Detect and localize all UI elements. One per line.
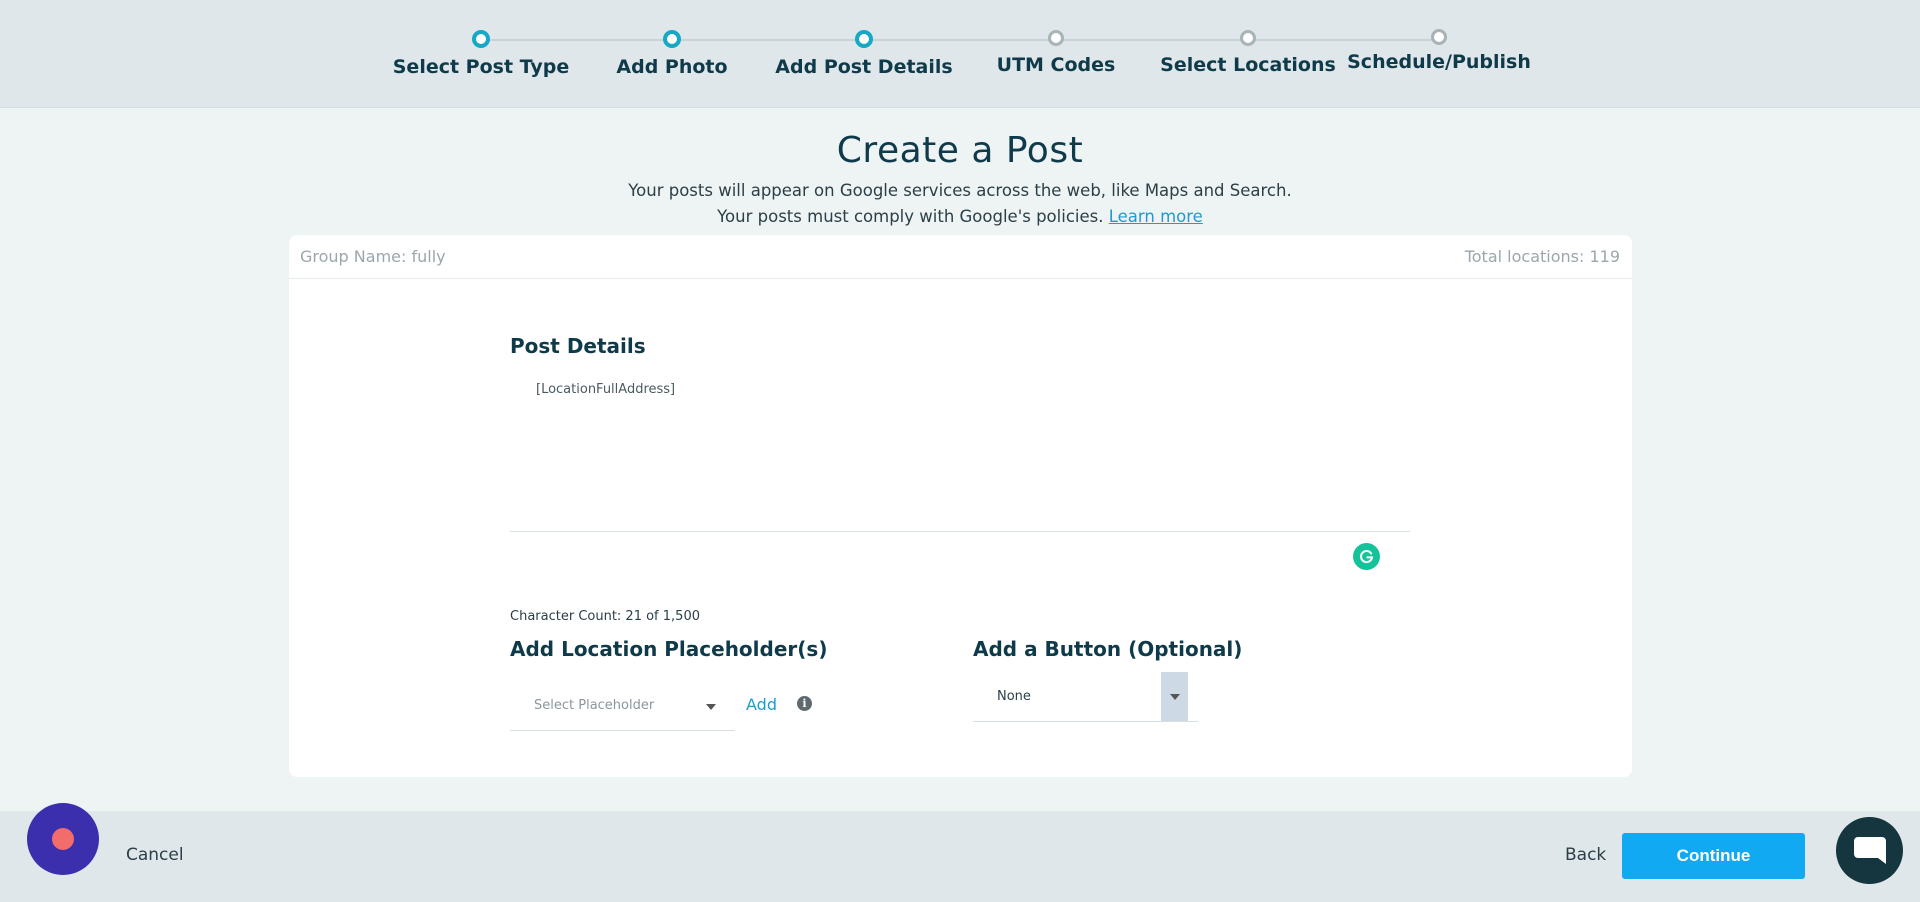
button-type-select[interactable]: None xyxy=(973,672,1198,722)
step-indicator xyxy=(855,30,873,48)
step-label: Add Post Details xyxy=(775,56,953,78)
policy-text: Your posts must comply with Google's pol… xyxy=(717,207,1104,226)
chevron-down-icon xyxy=(706,704,716,710)
step-label: Add Photo xyxy=(616,56,728,78)
step-indicator xyxy=(472,30,490,48)
dropdown-toggle[interactable] xyxy=(1161,672,1188,721)
post-form-card: Group Name: fully Total locations: 119 P… xyxy=(289,235,1632,777)
add-button-heading: Add a Button (Optional) xyxy=(973,637,1243,661)
step-utm-codes[interactable]: UTM Codes xyxy=(956,30,1156,76)
location-placeholder-heading: Add Location Placeholder(s) xyxy=(510,637,828,661)
group-name: Group Name: fully xyxy=(300,247,446,266)
learn-more-link[interactable]: Learn more xyxy=(1109,207,1203,226)
step-label: Select Locations xyxy=(1160,54,1336,76)
card-header: Group Name: fully Total locations: 119 xyxy=(289,235,1632,279)
chat-icon[interactable] xyxy=(1836,817,1903,884)
record-button[interactable] xyxy=(27,803,99,875)
step-select-locations[interactable]: Select Locations xyxy=(1148,30,1348,76)
placeholder-select-value: Select Placeholder xyxy=(534,698,655,713)
step-add-photo[interactable]: Add Photo xyxy=(572,30,772,78)
back-button[interactable]: Back xyxy=(1565,845,1606,865)
step-indicator xyxy=(1048,30,1064,46)
step-indicator xyxy=(1431,29,1447,45)
progress-stepper: Select Post Type Add Photo Add Post Deta… xyxy=(0,0,1920,108)
page-subtitle: Your posts will appear on Google service… xyxy=(628,181,1292,200)
character-count: Character Count: 21 of 1,500 xyxy=(510,609,700,624)
grammarly-icon[interactable] xyxy=(1353,543,1380,570)
button-type-value: None xyxy=(997,689,1031,704)
step-add-post-details[interactable]: Add Post Details xyxy=(764,30,964,78)
cancel-button[interactable]: Cancel xyxy=(126,845,184,865)
post-details-textarea[interactable] xyxy=(510,370,1410,532)
info-icon[interactable]: i xyxy=(797,696,812,711)
record-icon xyxy=(52,828,74,850)
chevron-down-icon xyxy=(1169,693,1180,700)
post-details-heading: Post Details xyxy=(510,334,646,358)
policy-notice: Your posts must comply with Google's pol… xyxy=(0,207,1920,226)
step-indicator xyxy=(663,30,681,48)
add-placeholder-button[interactable]: Add xyxy=(746,695,777,714)
step-label: Schedule/Publish xyxy=(1347,51,1531,73)
step-select-post-type[interactable]: Select Post Type xyxy=(381,30,581,78)
total-locations: Total locations: 119 xyxy=(1464,247,1620,266)
step-indicator xyxy=(1240,30,1256,46)
continue-button[interactable]: Continue xyxy=(1622,833,1805,879)
placeholder-select[interactable]: Select Placeholder xyxy=(510,682,735,731)
step-label: UTM Codes xyxy=(996,54,1116,76)
step-schedule-publish[interactable]: Schedule/Publish xyxy=(1339,29,1539,73)
step-label: Select Post Type xyxy=(392,56,570,78)
page-title: Create a Post xyxy=(836,130,1084,171)
